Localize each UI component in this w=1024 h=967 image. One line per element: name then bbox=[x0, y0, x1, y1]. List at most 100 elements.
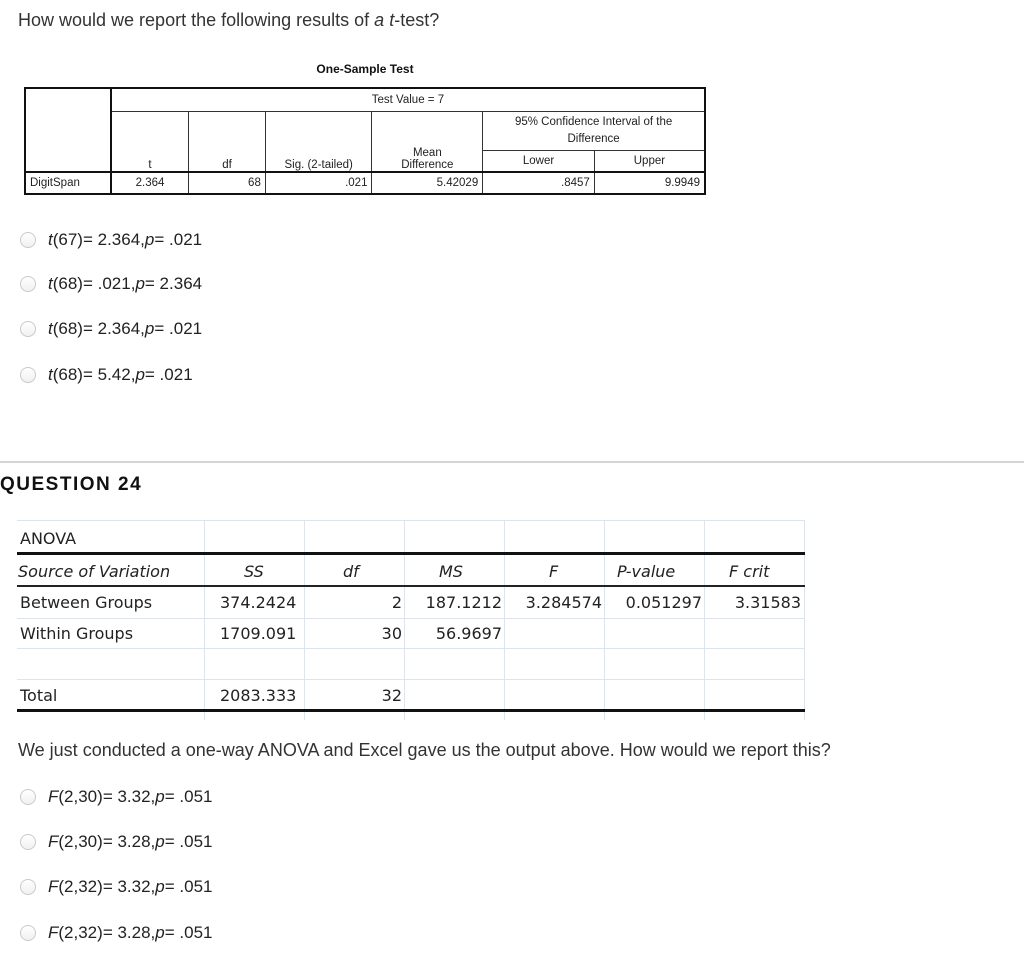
cell-t: 2.364 bbox=[110, 171, 190, 195]
option-df: (68) bbox=[52, 274, 83, 293]
table-rule bbox=[17, 709, 805, 712]
answer-option-1[interactable]: F (2,30) = 3.32, p = .051 bbox=[20, 786, 213, 808]
col-header-upper: Upper bbox=[593, 150, 706, 173]
option-p: p bbox=[155, 787, 165, 806]
option-df: (67) bbox=[52, 230, 83, 249]
gridline bbox=[804, 520, 805, 720]
option-value: = 2.364, bbox=[82, 319, 145, 338]
option-p-value: = 2.364 bbox=[144, 274, 203, 293]
col-header-source: Source of Variation bbox=[18, 562, 171, 581]
col-header-ss: SS bbox=[244, 562, 264, 581]
option-value: = 3.28, bbox=[102, 923, 156, 942]
radio-button[interactable] bbox=[20, 789, 36, 805]
col-header-sig: Sig. (2-tailed) bbox=[264, 111, 373, 173]
option-df: (68) bbox=[52, 365, 83, 384]
radio-button[interactable] bbox=[20, 879, 36, 895]
row-source: Within Groups bbox=[20, 624, 134, 643]
gridline bbox=[204, 520, 205, 720]
col-header-df: df bbox=[188, 111, 266, 173]
option-value: = .021, bbox=[82, 274, 136, 293]
one-sample-test-output: One-Sample Test Test Value = 7 t df Sig.… bbox=[24, 62, 707, 202]
cell-upper: 9.9949 bbox=[593, 171, 706, 195]
cell-ss: 1709.091 bbox=[220, 624, 297, 643]
radio-button[interactable] bbox=[20, 925, 36, 941]
anova-output-table: ANOVA Source of Variation SS df MS F P-v… bbox=[17, 520, 805, 720]
option-p-value: = .021 bbox=[154, 319, 203, 338]
answer-option-2[interactable]: F (2,30) = 3.28, p = .051 bbox=[20, 831, 213, 853]
answer-option-4[interactable]: t (68) = 5.42, p = .021 bbox=[20, 364, 193, 386]
option-p-value: = .051 bbox=[164, 877, 213, 896]
row-source: Between Groups bbox=[20, 593, 153, 612]
table-rule bbox=[17, 585, 805, 587]
option-value: = 3.32, bbox=[102, 787, 156, 806]
cell-df: 30 bbox=[381, 624, 402, 643]
gridline bbox=[17, 520, 805, 521]
answer-option-3[interactable]: t (68) = 2.364, p = .021 bbox=[20, 318, 202, 340]
question-24-heading: QUESTION 24 bbox=[0, 474, 143, 495]
col-header-lower: Lower bbox=[482, 150, 595, 173]
option-df: (2,32) bbox=[58, 877, 103, 896]
cell-p-value: 0.051297 bbox=[625, 593, 702, 612]
radio-button[interactable] bbox=[20, 276, 36, 292]
cell-df: 2 bbox=[391, 593, 402, 612]
table-rule bbox=[17, 552, 805, 555]
prompt-italic-a: a bbox=[374, 10, 385, 30]
gridline bbox=[404, 520, 405, 720]
cell-f: 3.284574 bbox=[525, 593, 602, 612]
col-header-f: F bbox=[549, 562, 559, 581]
gridline bbox=[504, 520, 505, 720]
table-row: DigitSpan 2.364 68 .021 5.42029 .8457 9.… bbox=[24, 171, 706, 195]
option-p-value: = .021 bbox=[144, 365, 193, 384]
radio-button[interactable] bbox=[20, 367, 36, 383]
row-source: Total bbox=[20, 686, 58, 705]
row-label: DigitSpan bbox=[24, 171, 112, 195]
ci-header: 95% Confidence Interval of the Differenc… bbox=[482, 111, 707, 151]
option-p: p bbox=[155, 923, 165, 942]
mean-diff-line2: Difference bbox=[401, 159, 454, 171]
gridline bbox=[17, 648, 805, 649]
option-stat: F bbox=[48, 832, 59, 851]
col-header-t: t bbox=[110, 111, 190, 173]
gridline bbox=[304, 520, 305, 720]
cell-ms: 56.9697 bbox=[435, 624, 502, 643]
option-df: (2,30) bbox=[58, 832, 103, 851]
col-header-df: df bbox=[343, 562, 359, 581]
radio-button[interactable] bbox=[20, 321, 36, 337]
option-p: p bbox=[144, 319, 155, 338]
radio-button[interactable] bbox=[20, 232, 36, 248]
radio-button[interactable] bbox=[20, 834, 36, 850]
anova-title: ANOVA bbox=[20, 529, 77, 548]
option-p-value: = .021 bbox=[154, 230, 203, 249]
mean-diff-line1: Mean bbox=[412, 147, 442, 159]
option-p: p bbox=[135, 274, 145, 293]
cell-ss: 374.2424 bbox=[220, 593, 297, 612]
option-stat: F bbox=[48, 877, 59, 896]
test-value-header: Test Value = 7 bbox=[110, 87, 707, 112]
option-p-value: = .051 bbox=[164, 787, 213, 806]
corner-cell bbox=[24, 87, 112, 173]
option-value: = 5.42, bbox=[82, 365, 136, 384]
option-p: p bbox=[155, 832, 165, 851]
option-p-value: = .051 bbox=[164, 923, 213, 942]
cell-mean-difference: 5.42029 bbox=[371, 171, 484, 195]
question-23-prompt: How would we report the following result… bbox=[18, 10, 439, 31]
cell-df: 68 bbox=[188, 171, 266, 195]
answer-option-2[interactable]: t (68) = .021, p = 2.364 bbox=[20, 273, 202, 295]
gridline bbox=[604, 520, 605, 720]
cell-lower: .8457 bbox=[482, 171, 595, 195]
answer-option-3[interactable]: F (2,32) = 3.32, p = .051 bbox=[20, 876, 213, 898]
cell-df: 32 bbox=[381, 686, 402, 705]
one-sample-test-table: Test Value = 7 t df Sig. (2-tailed) Mean… bbox=[24, 87, 707, 195]
option-p: p bbox=[155, 877, 165, 896]
prompt-text: How would we report the following result… bbox=[18, 10, 375, 30]
option-df: (2,32) bbox=[58, 923, 103, 942]
gridline bbox=[704, 520, 705, 720]
option-value: = 3.28, bbox=[102, 832, 156, 851]
col-header-f-crit: F crit bbox=[729, 562, 770, 581]
option-value: = 2.364, bbox=[82, 230, 145, 249]
option-p-value: = .051 bbox=[164, 832, 213, 851]
prompt-suffix: -test? bbox=[394, 10, 440, 30]
answer-option-4[interactable]: F (2,32) = 3.28, p = .051 bbox=[20, 922, 213, 944]
option-df: (68) bbox=[52, 319, 83, 338]
answer-option-1[interactable]: t (67) = 2.364, p = .021 bbox=[20, 229, 202, 251]
